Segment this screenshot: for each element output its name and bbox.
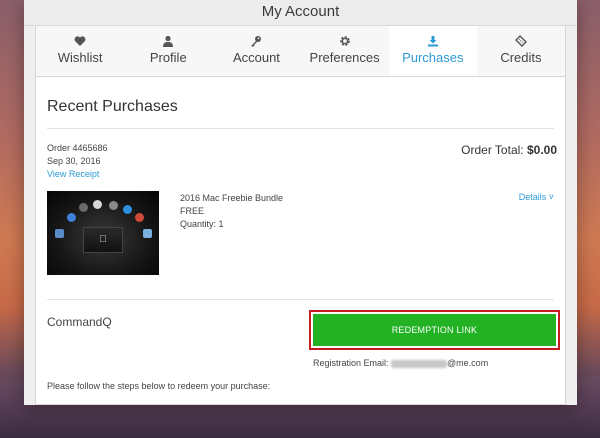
heart-icon [36, 35, 124, 49]
divider [47, 299, 554, 300]
tab-credits[interactable]: Credits [477, 26, 565, 76]
account-window: My Account Wishlist Profile Account Pref… [24, 0, 577, 405]
registration-email: Registration Email: @me.com [313, 358, 488, 368]
product-info: 2016 Mac Freebie Bundle FREE Quantity: 1 [180, 192, 283, 231]
tab-label: Purchases [402, 50, 464, 65]
redemption-link-button[interactable]: REDEMPTION LINK [313, 314, 556, 346]
order-total-value: $0.00 [526, 143, 557, 157]
tab-label: Preferences [309, 50, 380, 65]
order-date: Sep 30, 2016 [47, 156, 101, 166]
page-title: Recent Purchases [47, 98, 178, 115]
account-panel: Wishlist Profile Account Preferences Pur… [35, 26, 566, 405]
order-meta: Order 4465686 Sep 30, 2016 View Receipt [47, 142, 108, 181]
tab-purchases[interactable]: Purchases [388, 26, 477, 76]
registration-label: Registration Email: [313, 358, 389, 368]
order-total: Order Total: $0.00 [461, 143, 557, 157]
tab-wishlist[interactable]: Wishlist [36, 26, 124, 76]
product-name: 2016 Mac Freebie Bundle [180, 193, 284, 203]
key-icon [212, 35, 300, 49]
window-content: Wishlist Profile Account Preferences Pur… [24, 26, 577, 405]
product-quantity: Quantity: 1 [180, 219, 224, 229]
apple-logo-icon:  [83, 227, 123, 253]
redeem-highlight: REDEMPTION LINK [309, 310, 560, 350]
tab-label: Credits [500, 50, 542, 65]
redeem-instructions: Please follow the steps below to redeem … [47, 381, 271, 391]
product-thumbnail:  [47, 191, 159, 275]
app-name: CommandQ [47, 315, 112, 329]
order-total-label: Order Total: [461, 143, 524, 157]
details-toggle[interactable]: Details ˅ [519, 192, 554, 202]
user-icon [124, 35, 212, 49]
window-title: My Account [24, 0, 577, 26]
tab-label: Account [232, 50, 280, 65]
download-icon [389, 35, 477, 49]
registration-email-domain: @me.com [447, 358, 489, 368]
gear-icon [301, 35, 389, 49]
redacted-email [391, 359, 448, 368]
divider [47, 128, 554, 129]
product-price: FREE [180, 206, 205, 216]
tab-profile[interactable]: Profile [124, 26, 212, 76]
tab-label: Wishlist [57, 50, 103, 65]
tab-preferences[interactable]: Preferences [301, 26, 389, 76]
ticket-icon [477, 35, 565, 49]
order-number: Order 4465686 [47, 143, 108, 153]
tab-label: Profile [149, 50, 187, 65]
view-receipt-link[interactable]: View Receipt [47, 169, 99, 179]
tab-account[interactable]: Account [212, 26, 300, 76]
tab-bar: Wishlist Profile Account Preferences Pur… [36, 26, 565, 77]
